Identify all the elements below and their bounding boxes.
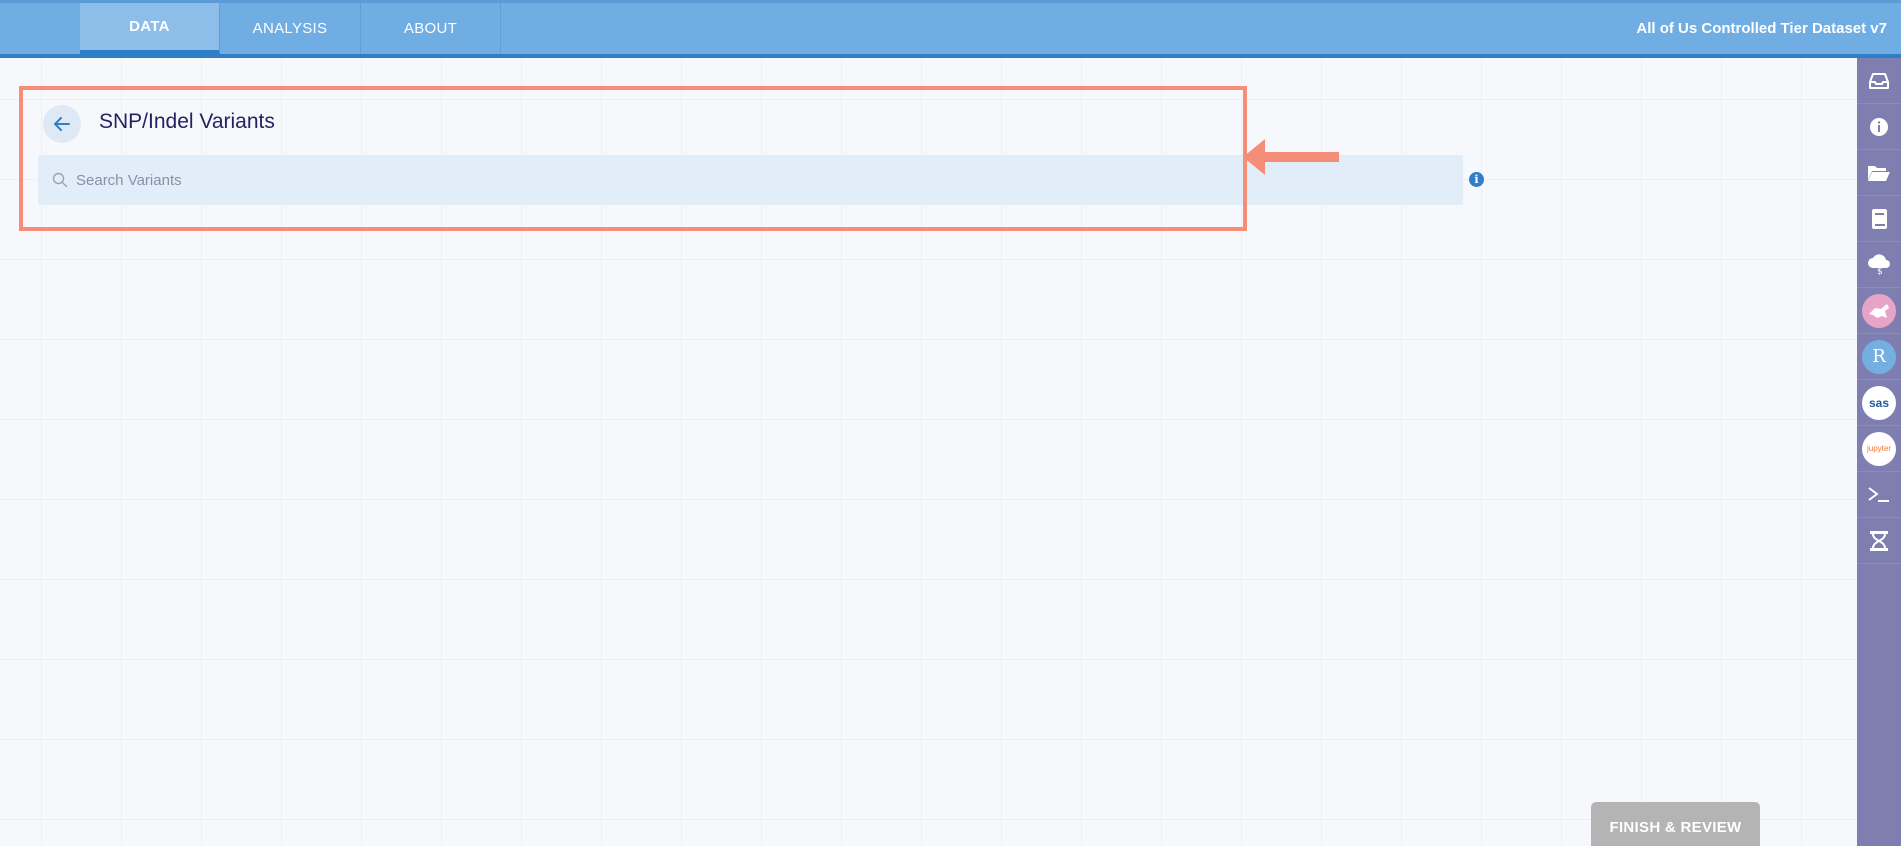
finish-review-button[interactable]: FINISH & REVIEW <box>1591 802 1760 846</box>
tab-data[interactable]: DATA <box>80 3 220 54</box>
sidebar-item-book[interactable] <box>1857 196 1901 242</box>
right-sidebar: $ R sas jupyter <box>1857 58 1901 846</box>
tab-about[interactable]: ABOUT <box>361 3 501 54</box>
book-icon <box>1872 208 1887 229</box>
cromwell-icon <box>1862 293 1896 328</box>
sidebar-item-inbox[interactable] <box>1857 58 1901 104</box>
sidebar-item-genomics[interactable] <box>1857 518 1901 564</box>
rstudio-icon: R <box>1862 339 1896 374</box>
svg-text:$: $ <box>1877 267 1883 276</box>
sidebar-item-jupyter[interactable]: jupyter <box>1857 426 1901 472</box>
inbox-icon <box>1869 72 1889 89</box>
info-circle-icon <box>1870 117 1888 136</box>
jupyter-icon: jupyter <box>1862 431 1896 466</box>
sidebar-item-sas[interactable]: sas <box>1857 380 1901 426</box>
folder-open-icon <box>1868 165 1890 181</box>
workspace-name: All of Us Controlled Tier Dataset v7 <box>1636 20 1887 37</box>
tab-analysis[interactable]: ANALYSIS <box>220 3 361 54</box>
sidebar-item-files[interactable] <box>1857 150 1901 196</box>
cloud-cost-icon: $ <box>1868 253 1890 276</box>
info-icon[interactable]: i <box>1469 172 1484 187</box>
highlight-box <box>19 86 1247 231</box>
sas-icon: sas <box>1862 385 1896 420</box>
annotation-arrow-icon <box>1243 139 1339 175</box>
terminal-icon <box>1868 486 1889 502</box>
sidebar-item-terminal[interactable] <box>1857 472 1901 518</box>
top-nav-bar: DATA ANALYSIS ABOUT All of Us Controlled… <box>0 0 1901 58</box>
sidebar-item-rstudio[interactable]: R <box>1857 334 1901 380</box>
nav-tabs: DATA ANALYSIS ABOUT <box>80 3 501 54</box>
sidebar-item-cost[interactable]: $ <box>1857 242 1901 288</box>
sidebar-item-info[interactable] <box>1857 104 1901 150</box>
dna-icon <box>1870 530 1888 551</box>
sidebar-item-cromwell[interactable] <box>1857 288 1901 334</box>
